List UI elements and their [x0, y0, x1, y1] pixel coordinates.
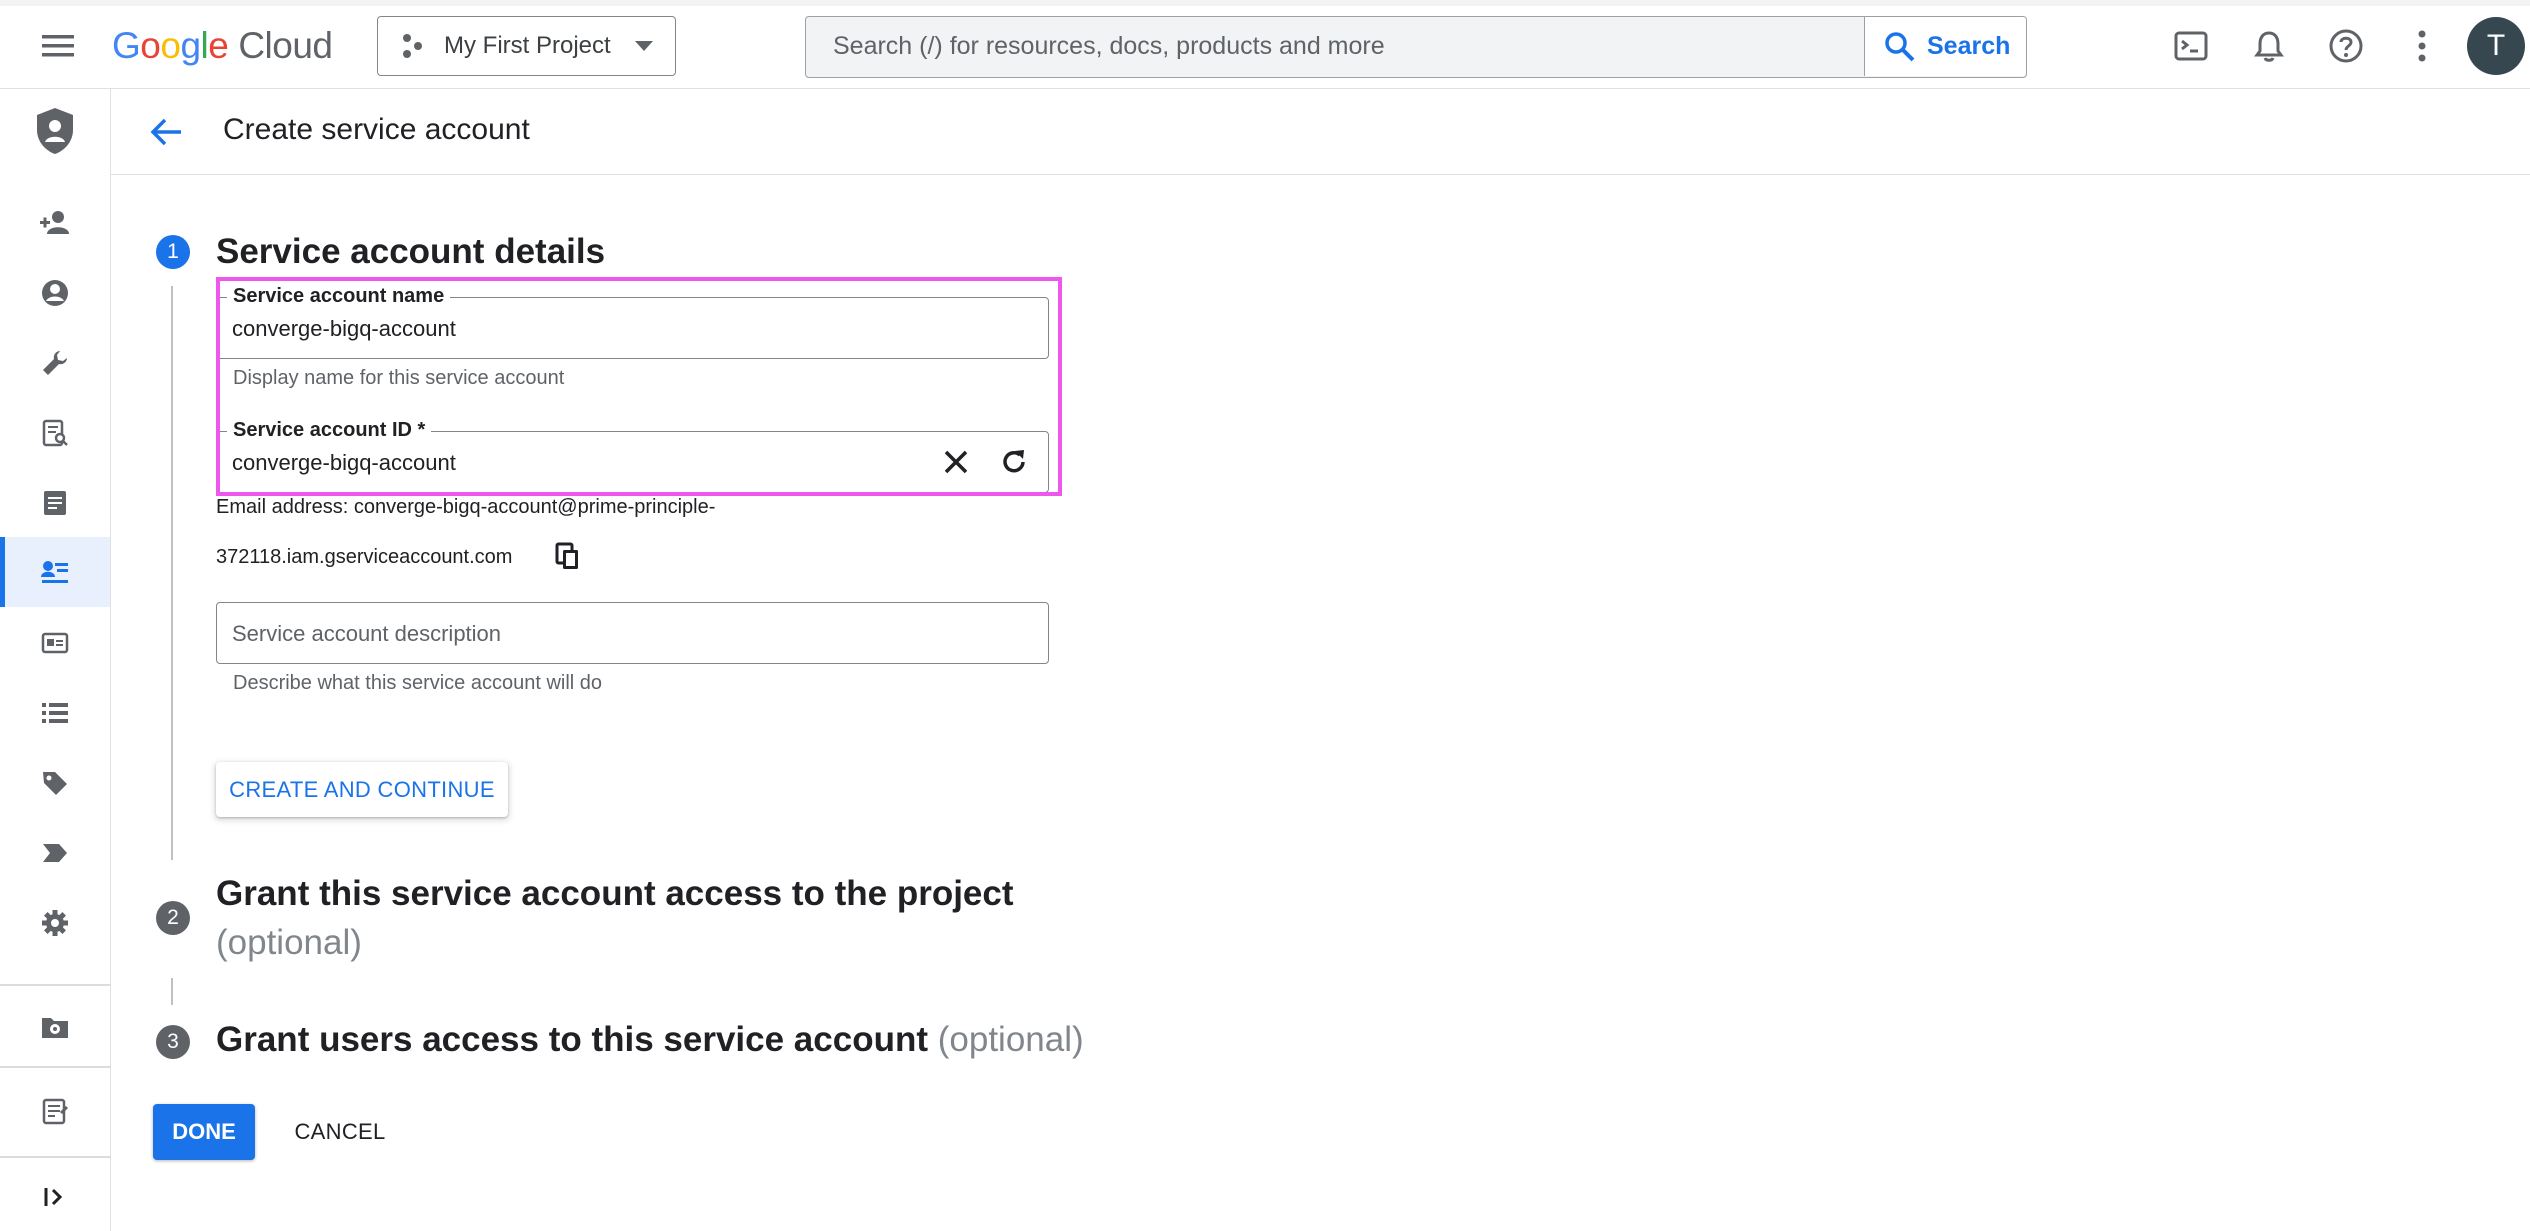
search-button[interactable]: Search — [1864, 17, 2026, 76]
account-avatar[interactable]: T — [2467, 17, 2525, 75]
help-button[interactable] — [2322, 22, 2370, 70]
search-button-label: Search — [1927, 32, 2011, 60]
project-hierarchy-icon — [403, 34, 422, 58]
page-header: Create service account — [111, 89, 2530, 175]
rail-item-policy-analyzer[interactable] — [0, 403, 110, 463]
left-navigation-rail — [0, 89, 111, 1231]
rail-item-labels[interactable] — [0, 823, 110, 883]
search-bar: Search — [805, 16, 2027, 78]
highlight-box — [216, 277, 1062, 496]
logo-google-text: Google — [112, 25, 229, 66]
more-options-button[interactable] — [2398, 22, 2446, 70]
step-2-title[interactable]: Grant this service account access to the… — [216, 874, 1014, 914]
rail-item-iam[interactable] — [0, 193, 110, 253]
step-1-title[interactable]: Service account details — [216, 232, 605, 272]
iam-shield-icon — [37, 108, 73, 154]
copy-email-button[interactable] — [553, 541, 585, 573]
rail-iam-home[interactable] — [0, 101, 110, 161]
description-placeholder: Service account description — [232, 621, 502, 646]
description-helper: Describe what this service account will … — [233, 672, 603, 694]
top-border — [0, 0, 2530, 6]
wrench-icon — [43, 351, 67, 375]
workload-identity-icon — [41, 632, 69, 654]
bell-icon — [2254, 31, 2284, 62]
copy-icon — [555, 542, 578, 569]
arrow-back-icon — [150, 118, 181, 146]
step-1-number: 1 — [156, 235, 190, 269]
rail-item-tags[interactable] — [0, 753, 110, 813]
add-person-icon — [40, 211, 69, 234]
tags-icon — [43, 772, 67, 795]
notifications-button[interactable] — [2245, 22, 2293, 70]
more-vert-icon — [2418, 30, 2426, 62]
step-2-optional: (optional) — [216, 923, 362, 962]
release-notes-icon — [42, 1098, 69, 1125]
rail-item-manage-resources[interactable] — [0, 997, 110, 1057]
search-icon — [1885, 31, 1915, 61]
hamburger-icon — [42, 35, 74, 57]
logo-cloud-text: Cloud — [238, 25, 333, 66]
rail-item-roles[interactable] — [0, 683, 110, 743]
manage-resources-icon — [42, 1018, 68, 1038]
step-connector — [171, 978, 173, 1005]
account-circle-icon — [42, 280, 68, 306]
service-account-description-field[interactable]: Service account description — [216, 602, 1049, 664]
back-button[interactable] — [141, 107, 191, 157]
step-connector — [171, 286, 173, 860]
expand-rail-icon — [44, 1188, 63, 1206]
audit-log-icon — [44, 491, 66, 515]
rail-item-identity[interactable] — [0, 263, 110, 323]
policy-analyzer-icon — [42, 419, 68, 447]
cancel-button[interactable]: CANCEL — [280, 1104, 400, 1160]
done-button[interactable]: DONE — [153, 1104, 255, 1160]
project-picker-button[interactable]: My First Project — [377, 16, 676, 76]
page-title: Create service account — [223, 113, 530, 146]
rail-item-service-accounts[interactable] — [0, 537, 110, 607]
email-address-line2: 372118.iam.gserviceaccount.com — [216, 546, 513, 568]
terminal-icon — [2174, 31, 2208, 61]
search-input[interactable] — [806, 17, 1863, 76]
rail-divider — [0, 984, 110, 986]
expand-rail-button[interactable] — [0, 1167, 110, 1227]
dropdown-arrow-icon — [634, 41, 653, 51]
step-3-title-row[interactable]: Grant users access to this service accou… — [216, 1020, 1084, 1060]
step-3-title: Grant users access to this service accou… — [216, 1020, 928, 1059]
rail-divider — [0, 1156, 110, 1158]
step-2-number: 2 — [156, 901, 190, 935]
service-accounts-icon — [41, 561, 68, 583]
step-3-optional: (optional) — [937, 1020, 1084, 1059]
settings-icon — [42, 910, 68, 936]
rail-item-audit-logs[interactable] — [0, 473, 110, 533]
step-3-number: 3 — [156, 1025, 190, 1059]
rail-divider — [0, 1066, 110, 1068]
top-app-bar: Google Cloud My First Project Search (/)… — [0, 0, 2530, 89]
roles-list-icon — [42, 703, 68, 723]
project-name: My First Project — [444, 32, 611, 59]
create-and-continue-button[interactable]: CREATE AND CONTINUE — [216, 762, 508, 817]
email-address-line1: Email address: converge-bigq-account@pri… — [216, 496, 716, 518]
rail-item-settings[interactable] — [0, 893, 110, 953]
rail-item-troubleshooter[interactable] — [0, 333, 110, 393]
help-icon — [2329, 29, 2363, 63]
cloud-shell-button[interactable] — [2167, 22, 2215, 70]
rail-item-workload-identity[interactable] — [0, 613, 110, 673]
labels-icon — [43, 844, 67, 862]
rail-item-release-notes[interactable] — [0, 1081, 110, 1141]
main-menu-button[interactable] — [28, 22, 88, 70]
google-cloud-logo[interactable]: Google Cloud — [112, 22, 333, 70]
